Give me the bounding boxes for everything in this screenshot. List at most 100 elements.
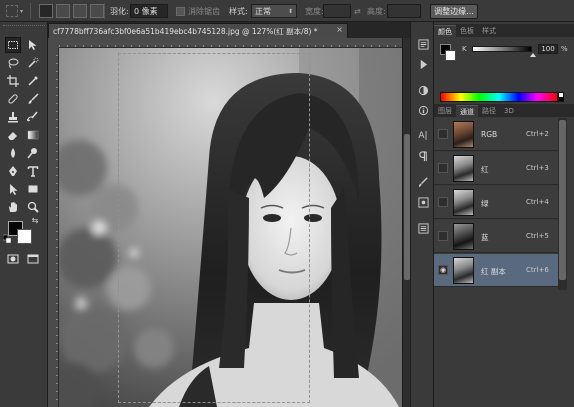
tool-presets-panel-icon[interactable] — [415, 174, 431, 190]
default-colors-icon[interactable] — [3, 234, 11, 244]
channel-row[interactable]: 蓝 Ctrl+5 — [434, 220, 558, 253]
preset-caret-icon: ▾ — [20, 7, 24, 15]
clone-source-panel-icon[interactable] — [415, 220, 431, 236]
tab-swatches[interactable]: 色板 — [456, 25, 478, 37]
document-tab-title: cf7778bff736afc3bf0e6a51b419ebc4b745128.… — [53, 26, 318, 36]
k-slider-thumb[interactable] — [530, 53, 536, 57]
k-unit-label: % — [561, 45, 568, 53]
right-panel-dock: 颜色 色板 样式 K 100 % 图层 通道 路径 3D RGB Ctrl+2 红 C… — [434, 22, 574, 407]
collapsed-panel-dock: A| — [410, 22, 434, 407]
quick-select-tool-icon[interactable] — [25, 55, 41, 71]
eyedropper-tool-icon[interactable] — [25, 73, 41, 89]
style-select[interactable]: 正常 ⬍ — [251, 4, 297, 18]
antialias-checkbox[interactable] — [176, 6, 185, 16]
dodge-tool-icon[interactable] — [25, 145, 41, 161]
channels-scrollbar[interactable] — [558, 118, 567, 290]
eye-icon[interactable]: ◉ — [438, 265, 448, 275]
add-selection-icon[interactable] — [56, 4, 70, 18]
intersect-selection-icon[interactable] — [90, 4, 104, 18]
separator — [30, 3, 31, 19]
feather-label: 羽化: — [110, 6, 129, 16]
feather-input[interactable]: 0 像素 — [130, 4, 168, 18]
channel-row[interactable]: ◉ 红 副本 Ctrl+6 — [434, 254, 558, 287]
canvas-vertical-scrollbar[interactable] — [402, 38, 410, 407]
horizontal-ruler[interactable] — [59, 38, 402, 48]
ruler-origin[interactable] — [48, 38, 59, 48]
gradient-tool-icon[interactable] — [25, 127, 41, 143]
info-panel-icon[interactable] — [415, 102, 431, 118]
eye-icon[interactable] — [438, 129, 448, 139]
width-label: 宽度: — [305, 6, 324, 16]
tab-3d[interactable]: 3D — [500, 105, 518, 117]
channel-row[interactable]: 红 Ctrl+3 — [434, 152, 558, 185]
channel-thumbnail — [453, 257, 474, 284]
healing-brush-tool-icon[interactable] — [5, 91, 21, 107]
k-slider[interactable] — [472, 46, 532, 52]
tab-color[interactable]: 颜色 — [434, 25, 456, 37]
lasso-tool-icon[interactable] — [5, 55, 21, 71]
history-brush-tool-icon[interactable] — [25, 109, 41, 125]
eye-icon[interactable] — [438, 231, 448, 241]
pen-tool-icon[interactable] — [5, 163, 21, 179]
refine-edge-button[interactable]: 调整边缘... — [430, 3, 478, 19]
height-input[interactable] — [387, 4, 421, 18]
crop-tool-icon[interactable] — [5, 73, 21, 89]
clone-stamp-tool-icon[interactable] — [5, 109, 21, 125]
tab-styles[interactable]: 样式 — [478, 25, 500, 37]
tab-paths[interactable]: 路径 — [478, 105, 500, 117]
selection-marquee[interactable] — [118, 53, 310, 403]
character-panel-icon[interactable]: A| — [415, 128, 431, 144]
type-tool-icon[interactable] — [25, 163, 41, 179]
width-input[interactable] — [323, 4, 351, 18]
tab-channels[interactable]: 通道 — [456, 105, 478, 117]
hand-tool-icon[interactable] — [5, 199, 21, 215]
scrollbar-thumb[interactable] — [559, 120, 566, 280]
document-tab[interactable]: cf7778bff736afc3bf0e6a51b419ebc4b745128.… — [48, 23, 348, 38]
channel-name: 红 副本 — [481, 267, 506, 276]
adjustments-panel-icon[interactable] — [415, 82, 431, 98]
brush-presets-panel-icon[interactable] — [415, 194, 431, 210]
channel-thumbnail — [453, 155, 474, 182]
paragraph-panel-icon[interactable] — [415, 148, 431, 164]
background-color-swatch[interactable] — [17, 229, 32, 244]
subtract-selection-icon[interactable] — [73, 4, 87, 18]
eye-icon[interactable] — [438, 163, 448, 173]
style-label: 样式: — [229, 6, 248, 16]
move-tool-icon[interactable] — [25, 37, 41, 53]
panel-background-swatch[interactable] — [445, 50, 456, 61]
swap-colors-icon[interactable]: ⇆ — [30, 216, 40, 226]
eye-icon[interactable] — [438, 197, 448, 207]
channel-name: 绿 — [481, 199, 489, 208]
brush-tool-icon[interactable] — [25, 91, 41, 107]
channel-thumbnail — [453, 121, 474, 148]
new-selection-icon[interactable] — [39, 4, 53, 18]
channel-shortcut: Ctrl+3 — [526, 164, 549, 172]
swap-dimensions-icon[interactable]: ⇄ — [354, 7, 361, 16]
actions-panel-icon[interactable] — [415, 56, 431, 72]
eraser-tool-icon[interactable] — [5, 127, 21, 143]
canvas-area[interactable] — [59, 48, 402, 407]
tool-preset-picker[interactable]: ▾ — [6, 0, 23, 22]
close-icon[interactable]: × — [336, 25, 343, 34]
color-spectrum-ramp[interactable] — [440, 92, 558, 102]
channel-row[interactable]: 绿 Ctrl+4 — [434, 186, 558, 219]
blur-tool-icon[interactable] — [5, 145, 21, 161]
path-selection-tool-icon[interactable] — [5, 181, 21, 197]
channel-row[interactable]: RGB Ctrl+2 — [434, 118, 558, 151]
zoom-tool-icon[interactable] — [25, 199, 41, 215]
style-select-value: 正常 — [255, 6, 271, 16]
channel-shortcut: Ctrl+4 — [526, 198, 549, 206]
tab-layers[interactable]: 图层 — [434, 105, 456, 117]
channel-name: 蓝 — [481, 233, 489, 242]
quick-mask-icon[interactable] — [5, 251, 21, 267]
k-value-input[interactable]: 100 — [538, 44, 558, 54]
vertical-ruler[interactable] — [48, 48, 59, 407]
history-panel-icon[interactable] — [415, 36, 431, 52]
rect-marquee-tool-icon[interactable] — [5, 37, 21, 53]
rectangle-shape-tool-icon[interactable] — [25, 181, 41, 197]
color-panel-tabs: 颜色 色板 样式 — [434, 24, 574, 37]
channel-thumbnail — [453, 223, 474, 250]
channel-k-label: K — [462, 45, 467, 53]
black-white-ramp[interactable] — [558, 92, 564, 102]
screen-mode-icon[interactable] — [25, 251, 41, 267]
